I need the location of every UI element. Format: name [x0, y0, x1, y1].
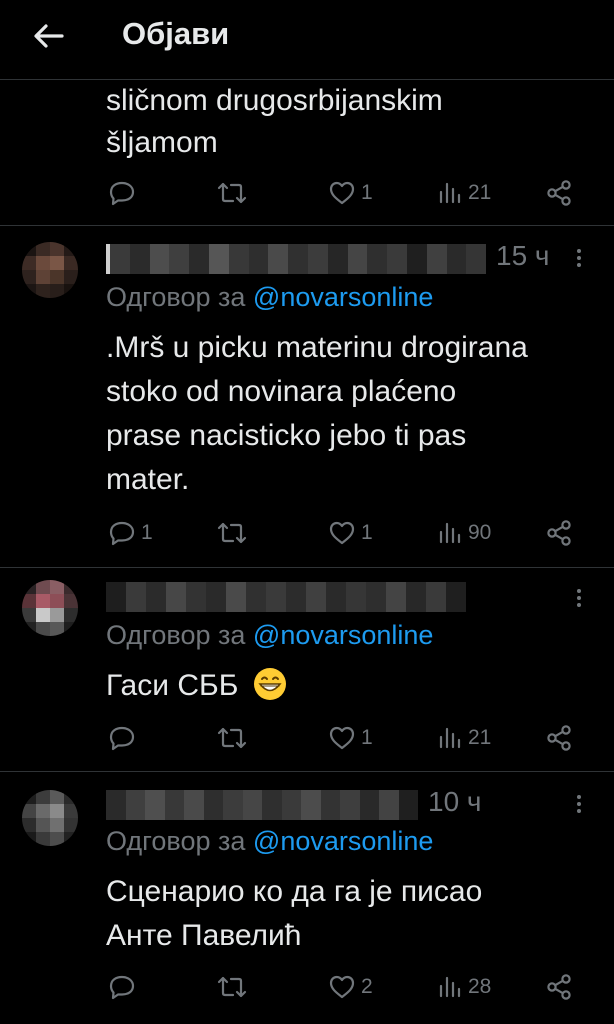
- action-bar: 2 28: [0, 970, 614, 1004]
- arrow-left-icon: [34, 24, 64, 48]
- reply-prefix: Одговор за: [106, 620, 246, 650]
- reply-icon: [107, 178, 137, 208]
- reply-context: Одговор за @novarsonline: [106, 620, 433, 651]
- tweet-time[interactable]: 15 ч: [496, 240, 550, 272]
- tweet-text: sličnom drugosrbijanskim šljamom: [106, 80, 596, 164]
- reply-button[interactable]: [107, 176, 141, 210]
- repost-icon: [216, 723, 248, 753]
- views-count: 21: [468, 181, 492, 204]
- like-button[interactable]: 2: [327, 970, 373, 1004]
- likes-count: 1: [361, 726, 373, 749]
- bar-chart-icon: [438, 723, 464, 753]
- heart-icon: [327, 972, 357, 1002]
- heart-icon: [327, 178, 357, 208]
- reply-prefix: Одговор за: [106, 282, 246, 312]
- reply-tweet[interactable]: 15 ч Одговор за @novarsonline .Mrš u pic…: [0, 226, 614, 568]
- share-button[interactable]: [544, 516, 574, 550]
- share-icon: [544, 178, 574, 208]
- action-bar: 1 1 90: [0, 516, 614, 550]
- bar-chart-icon: [438, 518, 464, 548]
- repost-icon: [216, 178, 248, 208]
- views-count: 90: [468, 521, 492, 544]
- top-bar: Објави: [0, 0, 614, 80]
- action-bar: 1 21: [0, 176, 614, 210]
- repost-icon: [216, 972, 248, 1002]
- avatar[interactable]: [22, 580, 78, 636]
- likes-count: 1: [361, 521, 373, 544]
- tweet-text-line: stoko od novinara plaćeno: [106, 375, 457, 408]
- reply-icon: [107, 972, 137, 1002]
- back-button[interactable]: [28, 16, 68, 56]
- replies-count: 1: [141, 521, 153, 544]
- tweet-text-line: .Mrš u picku materinu drogirana: [106, 331, 528, 364]
- reply-context: Одговор за @novarsonline: [106, 282, 433, 313]
- reply-tweet[interactable]: Одговор за @novarsonline Гаси СББ 1 21: [0, 568, 614, 772]
- tweet-text: Сценарио ко да га је писао Анте Павелић: [106, 870, 596, 958]
- tweet-text-line: Сценарио ко да га је писао: [106, 875, 483, 908]
- reply-handle-link[interactable]: @novarsonline: [253, 282, 434, 312]
- reply-button[interactable]: [107, 721, 141, 755]
- tweet-text-line: prase nacisticko jebo ti pas: [106, 419, 467, 452]
- views-button[interactable]: 21: [438, 176, 491, 210]
- share-icon: [544, 972, 574, 1002]
- views-button[interactable]: 90: [438, 516, 491, 550]
- more-options-button[interactable]: [573, 246, 585, 274]
- tweet-partial[interactable]: sličnom drugosrbijanskim šljamom 1 21: [0, 80, 614, 226]
- share-button[interactable]: [544, 970, 574, 1004]
- reply-tweet[interactable]: 10 ч Одговор за @novarsonline Сценарио к…: [0, 772, 614, 1024]
- views-count: 28: [468, 975, 492, 998]
- reply-icon: [107, 518, 137, 548]
- tweet-text-line: sličnom drugosrbijanskim: [106, 84, 443, 117]
- page-title: Објави: [122, 16, 230, 51]
- like-button[interactable]: 1: [327, 721, 373, 755]
- grinning-face-icon: [253, 668, 286, 700]
- avatar[interactable]: [22, 790, 78, 846]
- repost-button[interactable]: [216, 970, 252, 1004]
- share-button[interactable]: [544, 721, 574, 755]
- reply-icon: [107, 723, 137, 753]
- views-button[interactable]: 21: [438, 721, 491, 755]
- repost-button[interactable]: [216, 721, 252, 755]
- tweet-text: Гаси СББ: [106, 664, 596, 708]
- tweet-time[interactable]: 10 ч: [428, 786, 482, 818]
- reply-prefix: Одговор за: [106, 826, 246, 856]
- bar-chart-icon: [438, 178, 464, 208]
- avatar[interactable]: [22, 242, 78, 298]
- likes-count: 2: [361, 975, 373, 998]
- action-bar: 1 21: [0, 721, 614, 755]
- share-button[interactable]: [544, 176, 574, 210]
- share-icon: [544, 518, 574, 548]
- author-name-blurred[interactable]: [106, 244, 487, 274]
- share-icon: [544, 723, 574, 753]
- more-options-button[interactable]: [573, 792, 585, 820]
- like-button[interactable]: 1: [327, 176, 373, 210]
- reply-handle-link[interactable]: @novarsonline: [253, 826, 434, 856]
- reply-handle-link[interactable]: @novarsonline: [253, 620, 434, 650]
- likes-count: 1: [361, 181, 373, 204]
- heart-icon: [327, 723, 357, 753]
- tweet-text-line: Гаси СББ: [106, 669, 239, 702]
- repost-button[interactable]: [216, 176, 252, 210]
- tweet-text: .Mrš u picku materinu drogirana stoko od…: [106, 326, 596, 502]
- repost-button[interactable]: [216, 516, 252, 550]
- reply-context: Одговор за @novarsonline: [106, 826, 433, 857]
- heart-icon: [327, 518, 357, 548]
- repost-icon: [216, 518, 248, 548]
- like-button[interactable]: 1: [327, 516, 373, 550]
- views-count: 21: [468, 726, 492, 749]
- tweet-text-line: šljamom: [106, 126, 218, 159]
- author-name-blurred[interactable]: [106, 790, 418, 820]
- reply-button[interactable]: 1: [107, 516, 153, 550]
- views-button[interactable]: 28: [438, 970, 491, 1004]
- reply-button[interactable]: [107, 970, 141, 1004]
- tweet-text-line: Анте Павелић: [106, 919, 302, 952]
- bar-chart-icon: [438, 972, 464, 1002]
- author-name-blurred[interactable]: [106, 582, 466, 612]
- more-options-button[interactable]: [573, 586, 585, 614]
- tweet-text-line: mater.: [106, 463, 190, 496]
